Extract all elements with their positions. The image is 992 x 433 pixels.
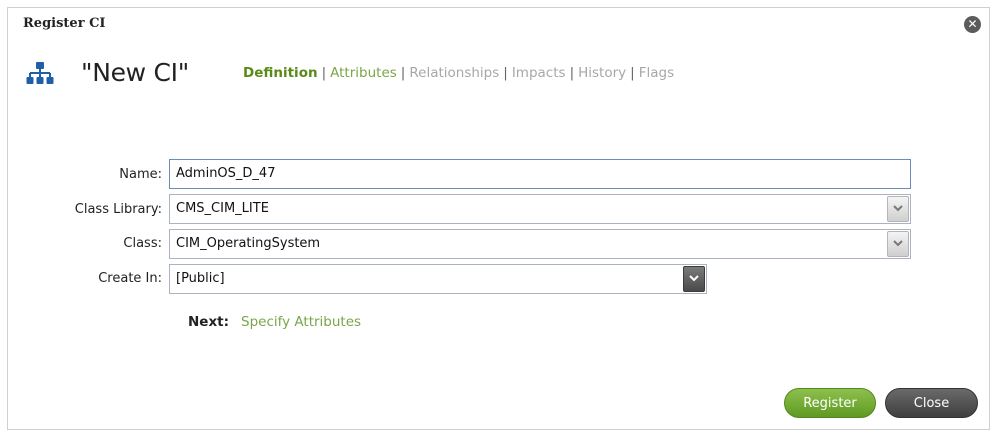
create-in-label: Create In:: [98, 271, 162, 286]
class-value: CIM_OperatingSystem: [176, 236, 321, 251]
dialog-titlebar: Register CI ✕: [8, 8, 989, 38]
dialog-title: Register CI: [23, 16, 106, 31]
tab-relationships[interactable]: Relationships: [409, 65, 499, 81]
name-field[interactable]: AdminOS_D_47: [169, 159, 911, 189]
class-label: Class:: [123, 236, 162, 251]
tab-flags[interactable]: Flags: [639, 65, 674, 81]
specify-attributes-link[interactable]: Specify Attributes: [241, 314, 361, 330]
create-in-dropdown-button[interactable]: [683, 266, 705, 292]
chevron-down-icon: [893, 205, 903, 212]
tab-definition[interactable]: Definition: [243, 65, 318, 81]
create-in-select[interactable]: [Public]: [169, 264, 707, 294]
register-ci-dialog: Register CI ✕ "New CI" Definition | Attrib…: [7, 7, 990, 430]
ci-name-title: "New CI": [81, 58, 189, 87]
create-in-value: [Public]: [176, 271, 225, 286]
class-library-dropdown-button[interactable]: [887, 196, 909, 222]
class-select[interactable]: CIM_OperatingSystem: [169, 229, 911, 259]
tab-bar: Definition | Attributes | Relationships | Impa…: [243, 65, 674, 81]
tab-separator: |: [321, 65, 327, 81]
class-library-value: CMS_CIM_LITE: [176, 201, 269, 216]
register-button[interactable]: Register: [784, 388, 876, 418]
tab-separator: |: [503, 65, 508, 81]
hierarchy-icon: [26, 62, 54, 84]
class-library-select[interactable]: CMS_CIM_LITE: [169, 194, 911, 224]
tab-separator: |: [569, 65, 575, 81]
tab-history[interactable]: History: [578, 65, 626, 81]
tab-impacts[interactable]: Impacts: [512, 65, 566, 81]
name-label: Name:: [119, 167, 162, 182]
next-label: Next:: [188, 314, 230, 330]
tab-separator: |: [630, 65, 635, 81]
chevron-down-icon: [689, 275, 699, 282]
tab-separator: |: [400, 65, 406, 81]
class-library-label: Class Library:: [74, 202, 162, 217]
tab-attributes[interactable]: Attributes: [330, 65, 397, 81]
close-button[interactable]: Close: [885, 388, 978, 418]
chevron-down-icon: [893, 240, 903, 247]
close-icon[interactable]: ✕: [964, 16, 981, 33]
class-dropdown-button[interactable]: [887, 231, 909, 257]
